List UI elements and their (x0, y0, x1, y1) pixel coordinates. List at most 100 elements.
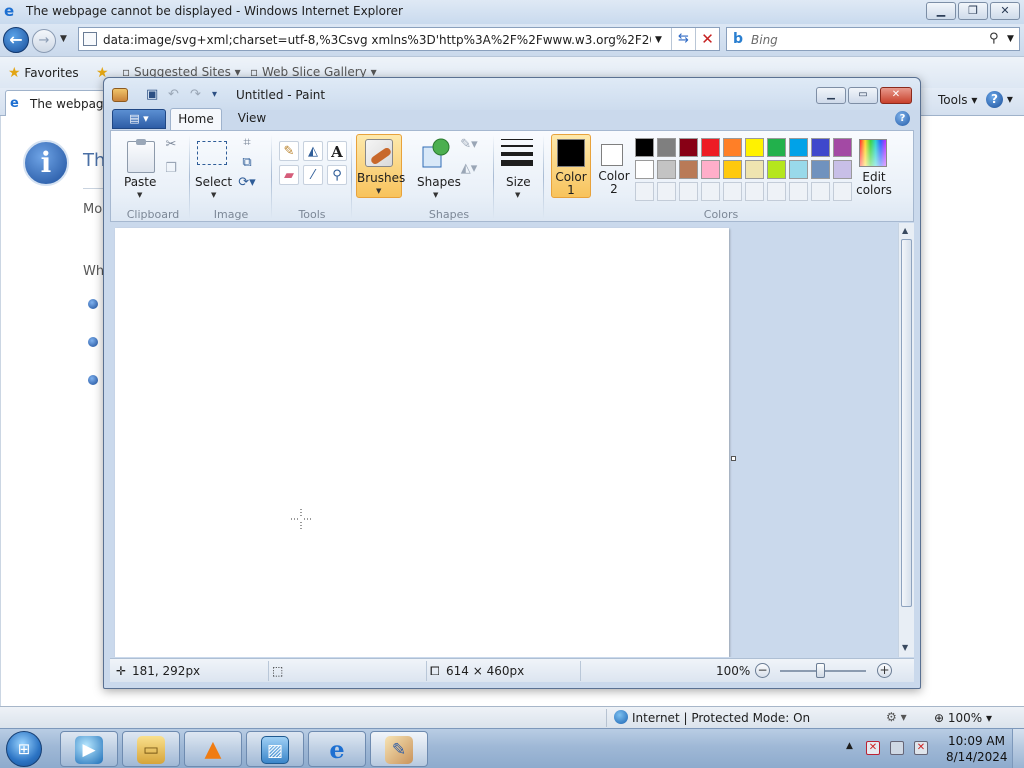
rotate-icon[interactable]: ⟳▾ (237, 173, 257, 193)
undo-icon[interactable]: ↶ (168, 87, 179, 102)
action-center-icon[interactable]: ✕ (866, 741, 880, 755)
outline-icon[interactable]: ✎▾ (459, 135, 479, 155)
forward-button[interactable]: → (32, 29, 56, 53)
status-tools-icon[interactable]: ⚙ ▾ (886, 710, 907, 724)
palette-swatch[interactable] (635, 138, 654, 157)
custom-color-slot[interactable] (701, 182, 720, 201)
custom-color-slot[interactable] (789, 182, 808, 201)
taskbar-media-player[interactable]: ▶ (60, 731, 118, 767)
cut-icon[interactable]: ✂ (161, 135, 181, 155)
custom-color-slot[interactable] (745, 182, 764, 201)
ie-tab-active[interactable]: e The webpage (5, 90, 111, 116)
search-box[interactable]: b Bing ⚲ ▼ (726, 27, 1020, 51)
address-dropdown-icon[interactable]: ▼ (655, 35, 662, 45)
address-input[interactable]: data:image/svg+xml;charset=utf-8,%3Csvg … (103, 33, 651, 47)
ribbon-help-icon[interactable]: ? (895, 111, 910, 126)
custom-color-slot[interactable] (767, 182, 786, 201)
palette-swatch[interactable] (635, 160, 654, 179)
select-button[interactable]: Select ▼ (193, 133, 233, 201)
custom-color-slot[interactable] (657, 182, 676, 201)
custom-color-slot[interactable] (723, 182, 742, 201)
volume-muted-icon[interactable]: ✕ (914, 741, 928, 755)
vertical-scrollbar[interactable]: ▲ ▼ (898, 223, 914, 657)
zoom-slider-thumb[interactable] (816, 663, 825, 678)
palette-swatch[interactable] (701, 160, 720, 179)
palette-swatch[interactable] (723, 160, 742, 179)
paint-maximize-button[interactable]: ▭ (848, 87, 878, 104)
scrollbar-thumb[interactable] (901, 239, 912, 607)
show-hidden-icons[interactable]: ▲ (846, 741, 853, 751)
drawing-canvas[interactable] (115, 228, 729, 657)
scroll-up-icon[interactable]: ▲ (902, 226, 908, 235)
search-icon[interactable]: ⚲ (989, 31, 999, 46)
clock-date[interactable]: 8/14/2024 (946, 750, 1008, 764)
taskbar-internet-explorer[interactable]: e (308, 731, 366, 767)
start-button[interactable]: ⊞ (6, 731, 42, 767)
brushes-button[interactable]: Brushes ▼ (356, 134, 405, 198)
palette-swatch[interactable] (833, 160, 852, 179)
custom-color-slot[interactable] (679, 182, 698, 201)
palette-swatch[interactable] (811, 138, 830, 157)
show-desktop-button[interactable] (1012, 729, 1024, 768)
tab-view[interactable]: View (228, 108, 276, 130)
fill-icon[interactable]: ◭ (303, 141, 323, 161)
paint-close-button[interactable]: ✕ (880, 87, 912, 104)
back-button[interactable]: ← (3, 27, 29, 53)
recent-pages-dropdown-icon[interactable]: ▼ (60, 34, 67, 44)
palette-swatch[interactable] (789, 160, 808, 179)
tools-menu[interactable]: Tools ▾ (938, 93, 977, 107)
color2-button[interactable]: Color 2 (595, 134, 633, 198)
paste-button[interactable]: Paste ▼ (115, 133, 165, 201)
save-icon[interactable]: ▣ (146, 87, 158, 102)
palette-swatch[interactable] (679, 138, 698, 157)
ie-close-button[interactable]: ✕ (990, 2, 1020, 20)
customize-toolbar-icon[interactable]: ▾ (212, 89, 217, 100)
taskbar-photo-viewer[interactable]: ▨ (246, 731, 304, 767)
palette-swatch[interactable] (745, 138, 764, 157)
crop-icon[interactable]: ⌗ (237, 133, 257, 153)
edit-colors-button[interactable]: Edit colors (851, 133, 897, 201)
eraser-icon[interactable]: ▰ (279, 165, 299, 185)
palette-swatch[interactable] (701, 138, 720, 157)
ie-minimize-button[interactable]: ▁ (926, 2, 956, 20)
palette-swatch[interactable] (767, 138, 786, 157)
address-bar[interactable]: data:image/svg+xml;charset=utf-8,%3Csvg … (78, 27, 720, 51)
tab-home[interactable]: Home (170, 108, 222, 130)
shapes-button[interactable]: Shapes ▼ (411, 133, 461, 201)
palette-swatch[interactable] (789, 138, 808, 157)
palette-swatch[interactable] (679, 160, 698, 179)
palette-swatch[interactable] (657, 160, 676, 179)
scroll-down-icon[interactable]: ▼ (902, 643, 908, 652)
palette-swatch[interactable] (767, 160, 786, 179)
stop-icon[interactable]: ✕ (695, 28, 719, 50)
size-button[interactable]: Size ▼ (497, 133, 541, 201)
ie-restore-button[interactable]: ❐ (958, 2, 988, 20)
palette-swatch[interactable] (833, 138, 852, 157)
palette-swatch[interactable] (723, 138, 742, 157)
zoom-level[interactable]: ⊕ 100% ▾ (934, 711, 992, 725)
network-icon[interactable] (890, 741, 904, 755)
copy-icon[interactable]: ❐ (161, 159, 181, 179)
search-dropdown-icon[interactable]: ▼ (1007, 34, 1014, 44)
resize-icon[interactable]: ⧉ (237, 153, 257, 173)
color1-button[interactable]: Color 1 (551, 134, 591, 198)
zoom-out-button[interactable]: − (755, 663, 770, 678)
fill-shape-icon[interactable]: ◭▾ (459, 159, 479, 179)
custom-color-slot[interactable] (811, 182, 830, 201)
help-menu[interactable]: ? ▾ (986, 91, 1013, 108)
paint-app-icon[interactable] (112, 88, 128, 102)
taskbar-vlc[interactable]: ▲ (184, 731, 242, 767)
redo-icon[interactable]: ↷ (190, 87, 201, 102)
text-icon[interactable]: A (327, 141, 347, 161)
palette-swatch[interactable] (745, 160, 764, 179)
magnifier-icon[interactable]: ⚲ (327, 165, 347, 185)
custom-color-slot[interactable] (635, 182, 654, 201)
pencil-icon[interactable]: ✎ (279, 141, 299, 161)
color-picker-icon[interactable]: ⁄ (303, 165, 323, 185)
security-zone-text[interactable]: Internet | Protected Mode: On (632, 711, 810, 725)
palette-swatch[interactable] (811, 160, 830, 179)
search-input[interactable]: Bing (751, 33, 778, 47)
taskbar-paint[interactable]: ✎ (370, 731, 428, 767)
zoom-in-button[interactable]: + (877, 663, 892, 678)
paint-minimize-button[interactable]: ▁ (816, 87, 846, 104)
